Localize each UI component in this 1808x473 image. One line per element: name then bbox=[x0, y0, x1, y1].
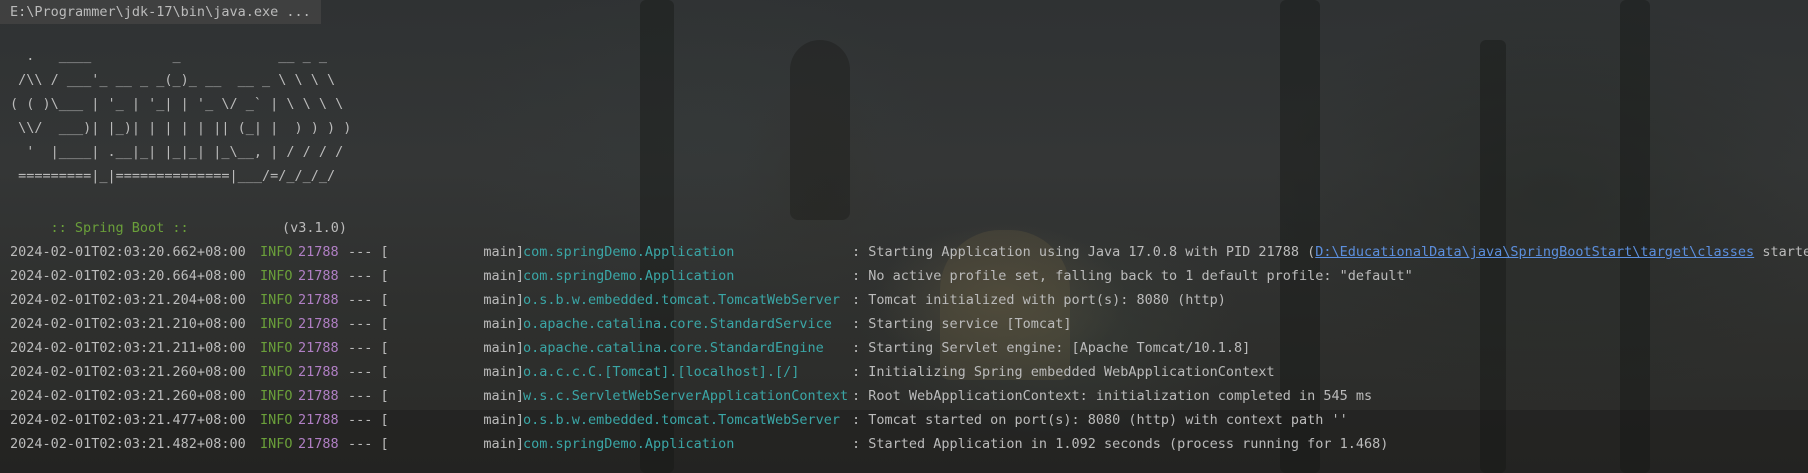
log-separator: --- [ bbox=[348, 364, 389, 380]
log-timestamp: 2024-02-01T02:03:21.260+08:00 bbox=[10, 388, 246, 404]
log-timestamp: 2024-02-01T02:03:21.204+08:00 bbox=[10, 292, 246, 308]
log-timestamp: 2024-02-01T02:03:21.260+08:00 bbox=[10, 364, 246, 380]
log-message-text: : Starting Application using Java 17.0.8… bbox=[852, 244, 1316, 260]
log-level: INFO bbox=[260, 316, 293, 332]
log-output: 2024-02-01T02:03:20.662+08:00 INFO 21788… bbox=[10, 240, 1808, 456]
log-logger: w.s.c.ServletWebServerApplicationContext bbox=[523, 388, 849, 404]
log-timestamp: 2024-02-01T02:03:20.662+08:00 bbox=[10, 244, 246, 260]
log-level: INFO bbox=[260, 412, 293, 428]
log-thread: main] bbox=[483, 388, 524, 404]
log-message: : Root WebApplicationContext: initializa… bbox=[852, 388, 1373, 404]
log-pid: 21788 bbox=[298, 436, 339, 452]
log-pid: 21788 bbox=[298, 292, 339, 308]
log-timestamp: 2024-02-01T02:03:21.211+08:00 bbox=[10, 340, 246, 356]
spring-boot-version: (v3.1.0) bbox=[282, 220, 348, 236]
log-message-tail: started bbox=[1762, 244, 1808, 260]
log-logger: o.apache.catalina.core.StandardService bbox=[523, 316, 832, 332]
log-separator: --- [ bbox=[348, 316, 389, 332]
log-timestamp: 2024-02-01T02:03:20.664+08:00 bbox=[10, 268, 246, 284]
log-message: : Starting service [Tomcat] bbox=[852, 316, 1072, 332]
log-thread: main] bbox=[483, 436, 524, 452]
log-line: 2024-02-01T02:03:20.662+08:00 INFO 21788… bbox=[10, 240, 1808, 264]
command-line[interactable]: E:\Programmer\jdk-17\bin\java.exe ... bbox=[0, 0, 321, 24]
log-thread: main] bbox=[483, 412, 524, 428]
log-logger: com.springDemo.Application bbox=[523, 244, 735, 260]
log-message: : Tomcat initialized with port(s): 8080 … bbox=[852, 292, 1226, 308]
classpath-link[interactable]: D:\EducationalData\java\SpringBootStart\… bbox=[1315, 244, 1754, 260]
log-pid: 21788 bbox=[298, 412, 339, 428]
spring-boot-label: :: Spring Boot :: bbox=[50, 220, 189, 236]
log-separator: --- [ bbox=[348, 412, 389, 428]
log-logger: o.s.b.w.embedded.tomcat.TomcatWebServer bbox=[523, 412, 840, 428]
log-pid: 21788 bbox=[298, 364, 339, 380]
log-pid: 21788 bbox=[298, 316, 339, 332]
log-line: 2024-02-01T02:03:21.482+08:00 INFO 21788… bbox=[10, 432, 1388, 456]
log-thread: main] bbox=[483, 292, 524, 308]
log-separator: --- [ bbox=[348, 388, 389, 404]
log-message: : No active profile set, falling back to… bbox=[852, 268, 1413, 284]
log-pid: 21788 bbox=[298, 340, 339, 356]
log-level: INFO bbox=[260, 268, 293, 284]
log-logger: com.springDemo.Application bbox=[523, 436, 735, 452]
log-line: 2024-02-01T02:03:21.260+08:00 INFO 21788… bbox=[10, 384, 1372, 408]
log-separator: --- [ bbox=[348, 268, 389, 284]
log-line: 2024-02-01T02:03:21.260+08:00 INFO 21788… bbox=[10, 360, 1275, 384]
log-line: 2024-02-01T02:03:21.211+08:00 INFO 21788… bbox=[10, 336, 1250, 360]
log-line: 2024-02-01T02:03:21.204+08:00 INFO 21788… bbox=[10, 288, 1226, 312]
log-line: 2024-02-01T02:03:21.210+08:00 INFO 21788… bbox=[10, 312, 1071, 336]
log-thread: main] bbox=[483, 316, 524, 332]
log-thread: main] bbox=[483, 340, 524, 356]
log-level: INFO bbox=[260, 436, 293, 452]
log-pid: 21788 bbox=[298, 244, 339, 260]
run-console[interactable]: E:\Programmer\jdk-17\bin\java.exe ... . … bbox=[0, 0, 1808, 473]
log-logger: o.s.b.w.embedded.tomcat.TomcatWebServer bbox=[523, 292, 840, 308]
log-level: INFO bbox=[260, 292, 293, 308]
log-line: 2024-02-01T02:03:20.664+08:00 INFO 21788… bbox=[10, 264, 1413, 288]
log-thread: main] bbox=[483, 364, 524, 380]
log-separator: --- [ bbox=[348, 340, 389, 356]
log-line: 2024-02-01T02:03:21.477+08:00 INFO 21788… bbox=[10, 408, 1348, 432]
log-thread: main] bbox=[483, 244, 524, 260]
log-separator: --- [ bbox=[348, 436, 389, 452]
log-level: INFO bbox=[260, 388, 293, 404]
log-logger: com.springDemo.Application bbox=[523, 268, 735, 284]
log-pid: 21788 bbox=[298, 268, 339, 284]
log-level: INFO bbox=[260, 244, 293, 260]
log-separator: --- [ bbox=[348, 292, 389, 308]
log-message: : Initializing Spring embedded WebApplic… bbox=[852, 364, 1275, 380]
log-pid: 21788 bbox=[298, 388, 339, 404]
log-logger: o.a.c.c.C.[Tomcat].[localhost].[/] bbox=[523, 364, 800, 380]
log-level: INFO bbox=[260, 364, 293, 380]
log-message: : Started Application in 1.092 seconds (… bbox=[852, 436, 1389, 452]
log-thread: main] bbox=[483, 268, 524, 284]
log-timestamp: 2024-02-01T02:03:21.210+08:00 bbox=[10, 316, 246, 332]
log-message: : Starting Application using Java 17.0.8… bbox=[852, 240, 1808, 264]
log-timestamp: 2024-02-01T02:03:21.482+08:00 bbox=[10, 436, 246, 452]
log-level: INFO bbox=[260, 340, 293, 356]
log-separator: --- [ bbox=[348, 244, 389, 260]
log-logger: o.apache.catalina.core.StandardEngine bbox=[523, 340, 824, 356]
log-message: : Tomcat started on port(s): 8080 (http)… bbox=[852, 412, 1348, 428]
log-message: : Starting Servlet engine: [Apache Tomca… bbox=[852, 340, 1251, 356]
log-timestamp: 2024-02-01T02:03:21.477+08:00 bbox=[10, 412, 246, 428]
spring-ascii-banner: . ____ _ __ _ _ /\\ / ___'_ __ _ _(_)_ _… bbox=[10, 48, 352, 184]
